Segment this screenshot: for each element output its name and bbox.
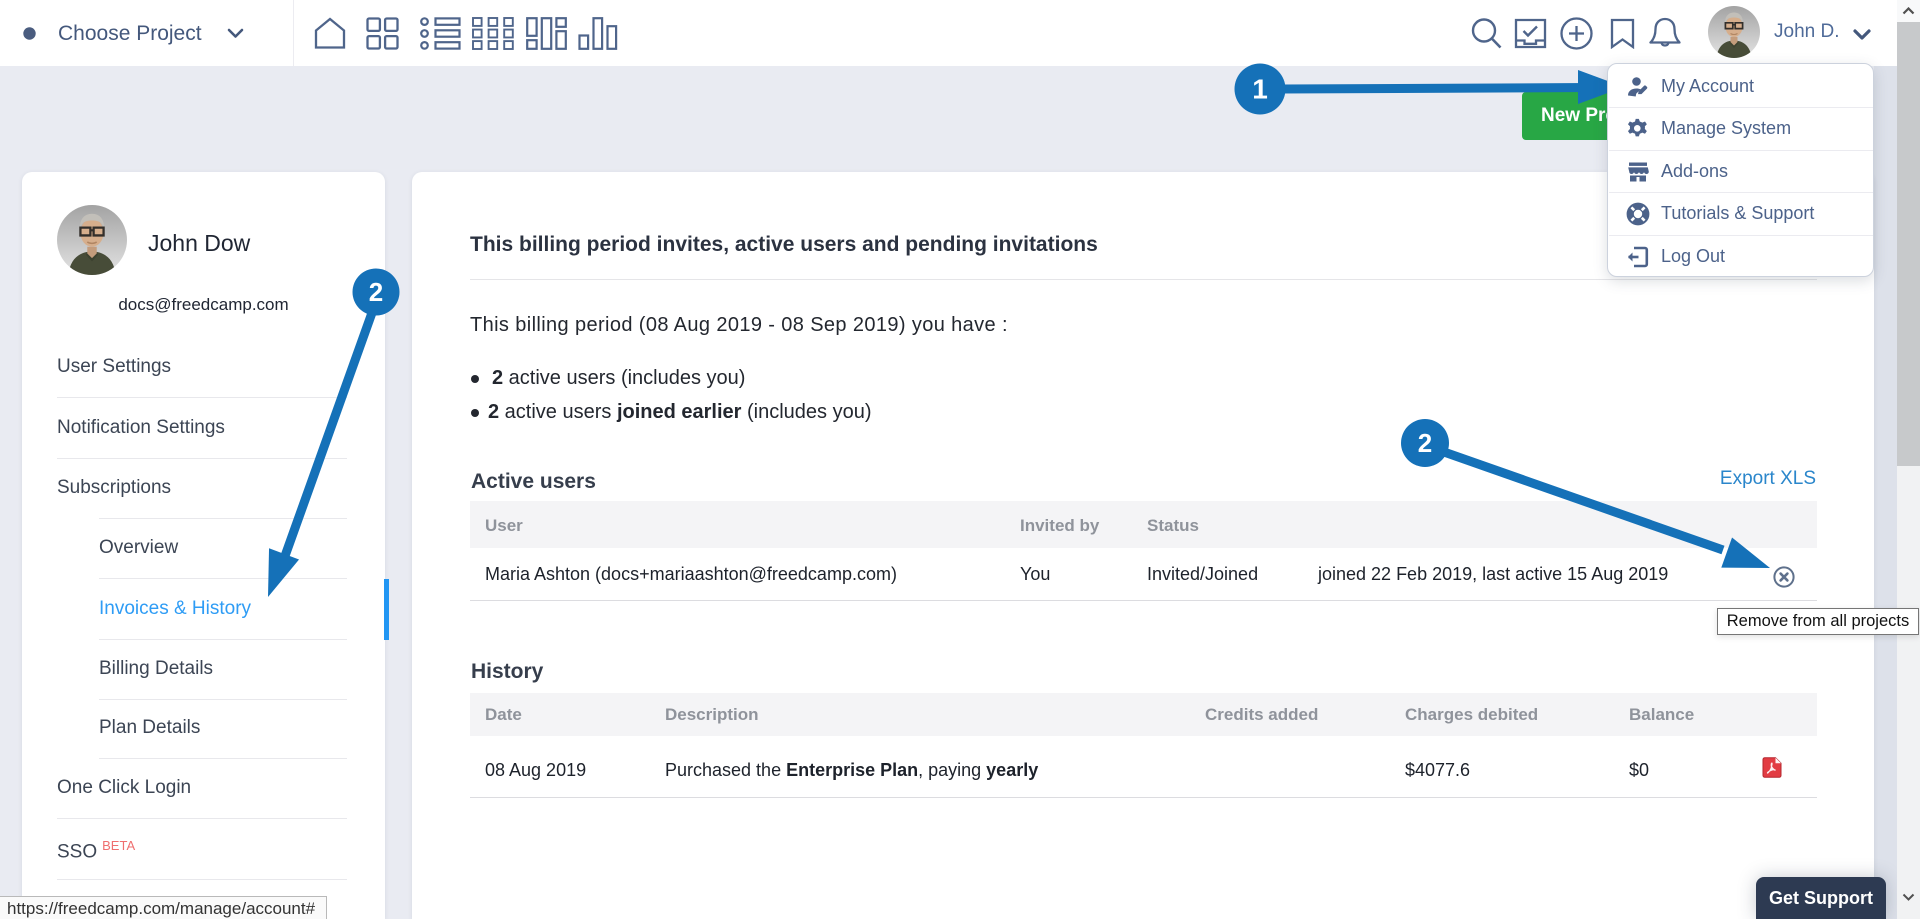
svg-text:2: 2: [1418, 428, 1432, 458]
svg-text:2: 2: [369, 277, 383, 307]
svg-text:1: 1: [1252, 74, 1268, 105]
